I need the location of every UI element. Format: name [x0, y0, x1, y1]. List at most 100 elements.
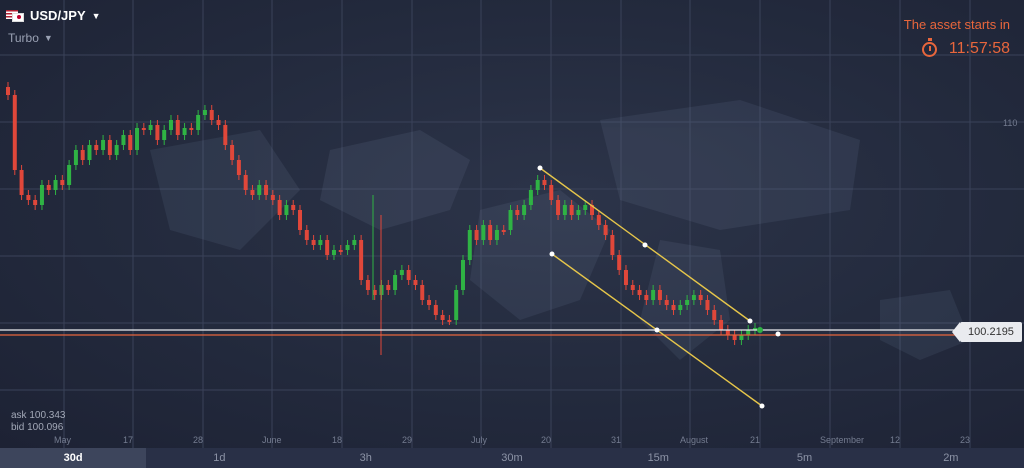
- candle: [732, 330, 737, 345]
- candle: [189, 123, 194, 135]
- candle: [155, 120, 160, 145]
- candle: [542, 175, 547, 190]
- candle: [80, 145, 85, 165]
- timeframe-tab-2m[interactable]: 2m: [878, 448, 1024, 468]
- bid-quote: bid 100.096: [11, 422, 64, 433]
- y-axis-tick: 110: [1003, 118, 1018, 128]
- candle: [386, 280, 391, 295]
- stopwatch-icon: [921, 37, 937, 57]
- chevron-down-icon: ▼: [43, 33, 53, 43]
- timeframe-bar: 30d 1d 3h 30m 15m 5m 2m: [0, 448, 1024, 468]
- candle: [12, 90, 17, 175]
- x-axis-label: May: [54, 435, 72, 445]
- candle: [630, 280, 635, 295]
- timer-label: The asset starts in: [903, 17, 1010, 32]
- candle: [406, 265, 411, 285]
- candle: [141, 123, 146, 135]
- candle: [128, 130, 133, 155]
- candle: [637, 285, 642, 300]
- candlestick-chart[interactable]: [0, 0, 1024, 448]
- candle: [304, 225, 309, 245]
- trend-handle[interactable]: [537, 165, 543, 171]
- chart-area[interactable]: USD/JPY ▼ Turbo ▼ The asset starts in 11…: [0, 0, 1024, 448]
- current-price-dot: [757, 327, 763, 333]
- candle: [114, 140, 119, 160]
- candle: [67, 160, 72, 190]
- trend-handle[interactable]: [775, 331, 781, 337]
- trend-handle[interactable]: [642, 242, 648, 248]
- candle: [359, 235, 364, 285]
- timeframe-tab-3h[interactable]: 3h: [293, 448, 439, 468]
- timer-value: 11:57:58: [948, 40, 1010, 57]
- candle: [420, 280, 425, 305]
- x-axis-label: June: [262, 435, 282, 445]
- candle: [535, 175, 540, 195]
- candle: [175, 115, 180, 140]
- candle: [746, 325, 751, 340]
- candle: [454, 285, 459, 325]
- candle: [393, 270, 398, 295]
- timeframe-tab-5m[interactable]: 5m: [731, 448, 877, 468]
- x-axis-label: 20: [541, 435, 552, 445]
- candle: [739, 330, 744, 345]
- timeframe-tab-30m[interactable]: 30m: [439, 448, 585, 468]
- x-axis-label: 21: [750, 435, 761, 445]
- x-axis-label: 28: [193, 435, 204, 445]
- trend-handle[interactable]: [747, 318, 753, 324]
- candle: [623, 265, 628, 290]
- candle: [101, 135, 106, 155]
- candle: [107, 135, 112, 160]
- timeframe-tab-30d[interactable]: 30d: [0, 448, 147, 468]
- current-price-tag: 100.2195: [952, 322, 1022, 342]
- candle: [6, 82, 10, 100]
- candle: [298, 205, 303, 235]
- asset-selector[interactable]: USD/JPY ▼: [6, 8, 101, 23]
- candle: [413, 275, 418, 290]
- asset-name: USD/JPY: [30, 8, 86, 23]
- candle: [352, 235, 357, 250]
- usd-jpy-flag-icon: [6, 9, 24, 22]
- candle: [433, 300, 438, 320]
- trend-handle[interactable]: [654, 327, 660, 333]
- candle: [467, 225, 472, 265]
- ask-quote: ask 100.343: [11, 410, 66, 421]
- timeframe-tab-1d[interactable]: 1d: [146, 448, 292, 468]
- candle: [725, 325, 730, 340]
- trend-handle[interactable]: [759, 403, 765, 409]
- timeframe-tab-15m[interactable]: 15m: [585, 448, 731, 468]
- x-axis-label: 12: [890, 435, 901, 445]
- x-axis-label: 23: [960, 435, 971, 445]
- candle: [311, 235, 316, 250]
- asset-start-timer: The asset starts in 11:57:58: [904, 17, 1010, 58]
- ask-bid-quotes: ask 100.343 bid 100.096: [11, 410, 66, 434]
- x-axis-label: September: [820, 435, 865, 445]
- candle: [53, 175, 58, 195]
- candle: [196, 110, 201, 135]
- candle: [291, 200, 296, 215]
- x-axis-label: August: [680, 435, 709, 445]
- candle: [331, 245, 336, 260]
- candle: [182, 123, 187, 140]
- x-axis-label: 29: [402, 435, 413, 445]
- candle: [33, 195, 38, 210]
- x-axis-label: 18: [332, 435, 343, 445]
- x-axis-label: 31: [611, 435, 622, 445]
- candle: [753, 323, 757, 335]
- candle: [318, 235, 323, 250]
- candle: [162, 125, 167, 145]
- candle: [345, 240, 350, 255]
- candle: [168, 115, 173, 135]
- candle: [135, 123, 140, 155]
- candle: [73, 145, 78, 170]
- x-axis-label: July: [471, 435, 488, 445]
- asset-type-selector[interactable]: Turbo ▼: [8, 31, 53, 45]
- candle: [202, 105, 207, 120]
- candle: [94, 140, 99, 155]
- candle: [365, 275, 370, 295]
- candle: [121, 130, 126, 150]
- candle: [460, 255, 465, 295]
- x-axis-label: 17: [123, 435, 134, 445]
- candle: [19, 165, 24, 200]
- trend-handle[interactable]: [549, 251, 555, 257]
- candle: [427, 295, 432, 310]
